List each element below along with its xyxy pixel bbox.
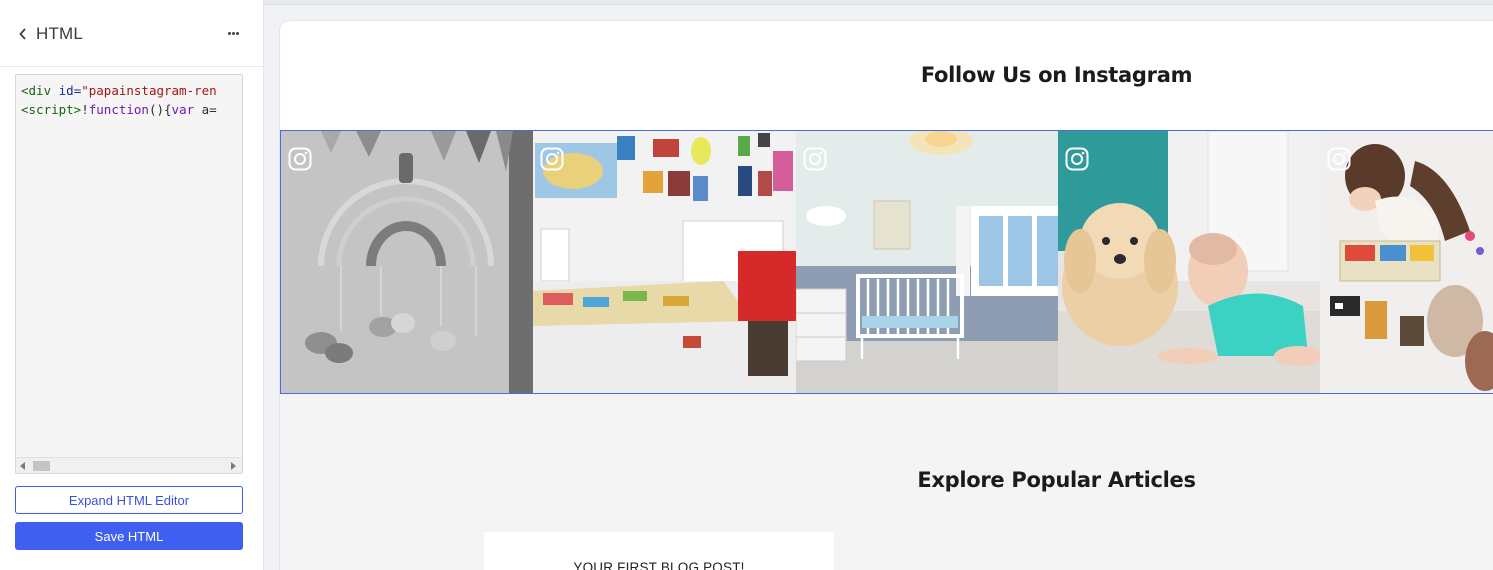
instagram-icon [1065, 147, 1089, 171]
instagram-icon [803, 147, 827, 171]
save-html-button[interactable]: Save HTML [15, 522, 243, 550]
gallery-tile[interactable] [281, 131, 533, 393]
more-dots-icon[interactable] [224, 24, 242, 42]
articles-heading: Explore Popular Articles [917, 468, 1196, 492]
scrollbar-thumb[interactable] [33, 461, 50, 471]
nursery-mobile-photo [281, 131, 533, 393]
instagram-icon [288, 147, 312, 171]
code-token: <div [21, 83, 59, 98]
instagram-heading: Follow Us on Instagram [920, 63, 1193, 87]
horizontal-scrollbar[interactable] [16, 457, 242, 473]
instagram-icon [540, 147, 564, 171]
nursery-crib-photo [796, 131, 1058, 393]
expand-html-editor-button[interactable]: Expand HTML Editor [15, 486, 243, 514]
back-button[interactable]: HTML [18, 22, 83, 46]
html-editor-panel: HTML <div id="papainstagram-ren <script>!… [0, 0, 264, 570]
site-preview: Follow Us on Instagram Explore Popular A… [280, 21, 1493, 570]
panel-header: HTML [0, 0, 263, 67]
code-token: "papainstagram-ren [81, 83, 217, 98]
code-token: (){ [148, 102, 172, 117]
code-token: <script> [21, 102, 82, 117]
code-token: id= [58, 83, 82, 98]
instagram-icon [1327, 147, 1351, 171]
code-token: function [88, 102, 149, 117]
puppy-and-baby-photo [1058, 131, 1320, 393]
gallery-tile[interactable] [1320, 131, 1493, 393]
chevron-left-icon [19, 28, 26, 40]
panel-title: HTML [36, 24, 84, 43]
instagram-gallery[interactable] [280, 130, 1493, 394]
code-token: a= [194, 102, 217, 117]
blog-card[interactable]: YOUR FIRST BLOG POST! [484, 532, 834, 570]
code-token: var [171, 102, 195, 117]
playroom-photo [533, 131, 796, 393]
scroll-right-arrow-icon[interactable] [231, 462, 236, 470]
code-line[interactable]: <div id="papainstagram-ren [21, 81, 217, 100]
gallery-tile[interactable] [533, 131, 796, 393]
code-token: ! [81, 102, 89, 117]
scroll-left-arrow-icon[interactable] [20, 462, 25, 470]
gallery-tile[interactable] [1058, 131, 1320, 393]
code-content[interactable]: <div id="papainstagram-ren <script>!funct… [21, 81, 217, 119]
blog-card-title[interactable]: YOUR FIRST BLOG POST! [484, 560, 834, 570]
code-editor[interactable]: <div id="papainstagram-ren <script>!funct… [15, 74, 243, 474]
code-line[interactable]: <script>!function(){var a= [21, 100, 217, 119]
preview-top-strip [264, 0, 1493, 5]
gallery-tile[interactable] [796, 131, 1058, 393]
